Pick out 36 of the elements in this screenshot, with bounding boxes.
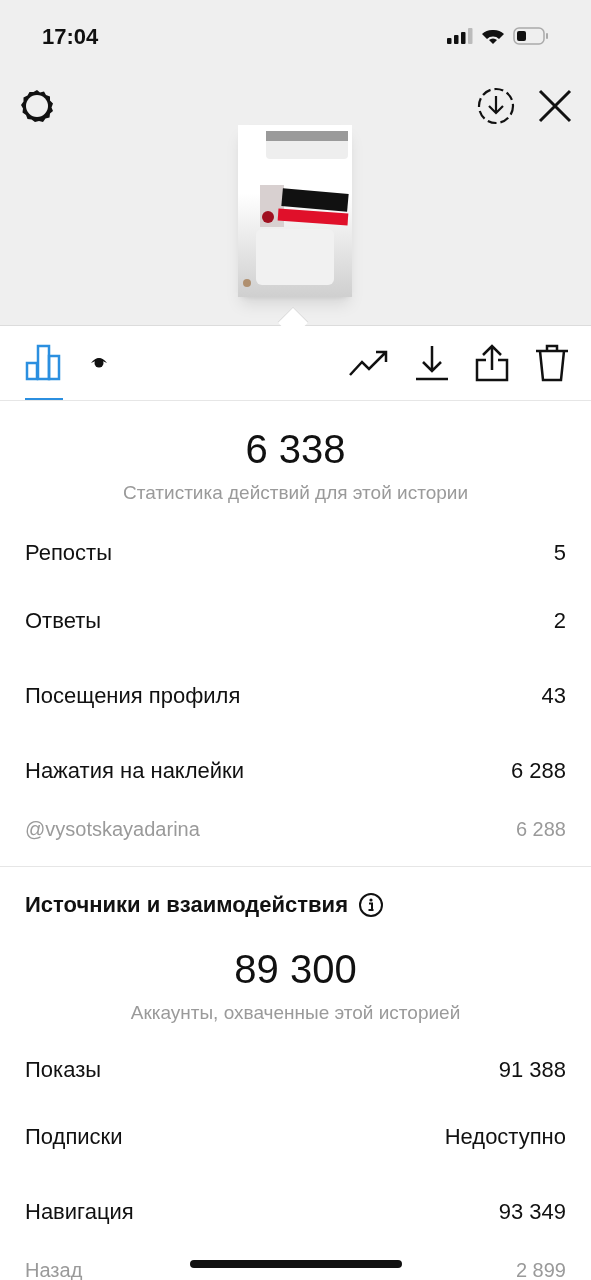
metric-value: 6 288 xyxy=(510,756,566,785)
eye-icon xyxy=(90,355,108,369)
metric-value: Недоступно xyxy=(444,1123,566,1151)
save-icon[interactable] xyxy=(476,86,516,126)
wifi-icon xyxy=(481,27,505,45)
metric-value: 5 xyxy=(553,539,566,567)
metric-label: Репосты xyxy=(25,539,112,567)
metric-value: 6 288 xyxy=(515,816,566,842)
total-caption: Статистика действий для этой истории xyxy=(122,481,469,505)
bar-chart-icon xyxy=(25,343,63,381)
metric-label: @vysotskayadarina xyxy=(25,816,200,842)
metric-value: 43 xyxy=(541,681,566,710)
share-icon[interactable] xyxy=(475,344,509,382)
status-time: 17:04 xyxy=(42,22,99,51)
metric-value: 2 899 xyxy=(515,1258,566,1280)
metric-label: Посещения профиля xyxy=(25,681,241,710)
metric-label: Показы xyxy=(25,1055,102,1084)
close-icon[interactable] xyxy=(538,89,572,123)
metric-value: 91 388 xyxy=(498,1055,566,1084)
total-value: 6 338 xyxy=(245,426,346,473)
battery-icon xyxy=(513,27,549,45)
reach-caption: Аккаунты, охваченные этой историей xyxy=(130,1000,461,1025)
metric-label: Ответы xyxy=(25,606,102,635)
signal-icon xyxy=(447,28,473,44)
metric-label: Подписки xyxy=(25,1123,123,1151)
metric-label: Навигация xyxy=(25,1198,134,1226)
trend-icon[interactable] xyxy=(349,349,389,377)
settings-icon[interactable] xyxy=(19,88,55,124)
metric-value: 2 xyxy=(553,606,566,635)
metric-label: Нажатия на наклейки xyxy=(25,756,244,785)
reach-value: 89 300 xyxy=(234,945,357,993)
delete-icon[interactable] xyxy=(535,344,569,382)
info-icon[interactable] xyxy=(358,891,384,918)
section-title: Источники и взаимодействия xyxy=(25,891,348,919)
download-icon[interactable] xyxy=(415,345,449,381)
metric-value: 93 349 xyxy=(498,1198,566,1226)
